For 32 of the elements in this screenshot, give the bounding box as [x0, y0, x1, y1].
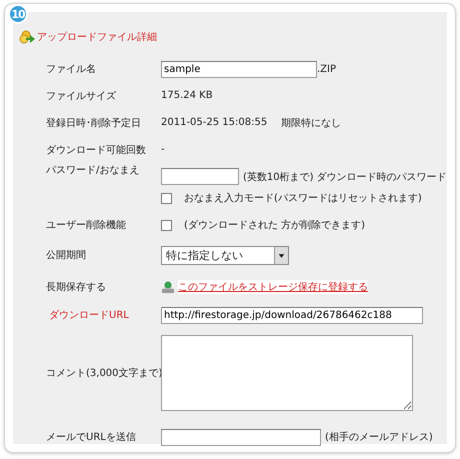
field-label: ダウンロードURL — [48, 309, 130, 322]
url-field[interactable]: http://firestorage.jp/download/26786462c188 — [161, 306, 423, 324]
caret-icon — [274, 246, 288, 264]
hint-text: (相手のメールアドレス) — [325, 430, 433, 444]
checkbox[interactable] — [161, 192, 172, 204]
password-field[interactable] — [161, 168, 239, 185]
email-field[interactable] — [161, 428, 321, 446]
storage-link[interactable]: このファイルをストレージ保存に登録する — [178, 280, 368, 294]
field-label: メールでURLを送信 — [46, 431, 137, 444]
extension-text: .ZIP — [317, 64, 336, 74]
field-label: パスワード/おなまえ — [46, 164, 140, 177]
field-label: ユーザー削除機能 — [46, 218, 127, 232]
tray-icon — [161, 280, 175, 294]
hint-text: (英数10桁まで) ダウンロード時のパスワード — [243, 170, 447, 184]
field-label: ファイルサイズ — [46, 90, 117, 102]
field-value: 2011-05-25 15:08:55 — [161, 117, 268, 128]
field-label: ファイル名 — [46, 63, 97, 76]
hint-text: (ダウンロードされた 方が削除できます) — [184, 218, 365, 232]
period-dropdown[interactable]: 特に指定しない — [161, 246, 289, 264]
comment-field[interactable] — [161, 335, 413, 411]
field-value: - — [161, 144, 165, 155]
coin-arrow-icon — [19, 30, 35, 44]
checkbox[interactable] — [161, 220, 172, 230]
field-value: 175.24 KB — [161, 90, 213, 101]
field-value: 期限特になし — [281, 116, 342, 130]
field-label: 長期保存する — [46, 280, 107, 294]
field-label: 公開期間 — [46, 248, 87, 262]
field-label: 登録日時･削除予定日 — [46, 116, 142, 130]
checkbox-label: おなまえ入力モード(パスワードはリセットされます) — [184, 192, 422, 205]
section-title: アップロードファイル詳細 — [37, 30, 157, 44]
field-label: ダウンロード可能回数 — [46, 144, 147, 156]
filename-field[interactable]: sample — [161, 60, 317, 78]
